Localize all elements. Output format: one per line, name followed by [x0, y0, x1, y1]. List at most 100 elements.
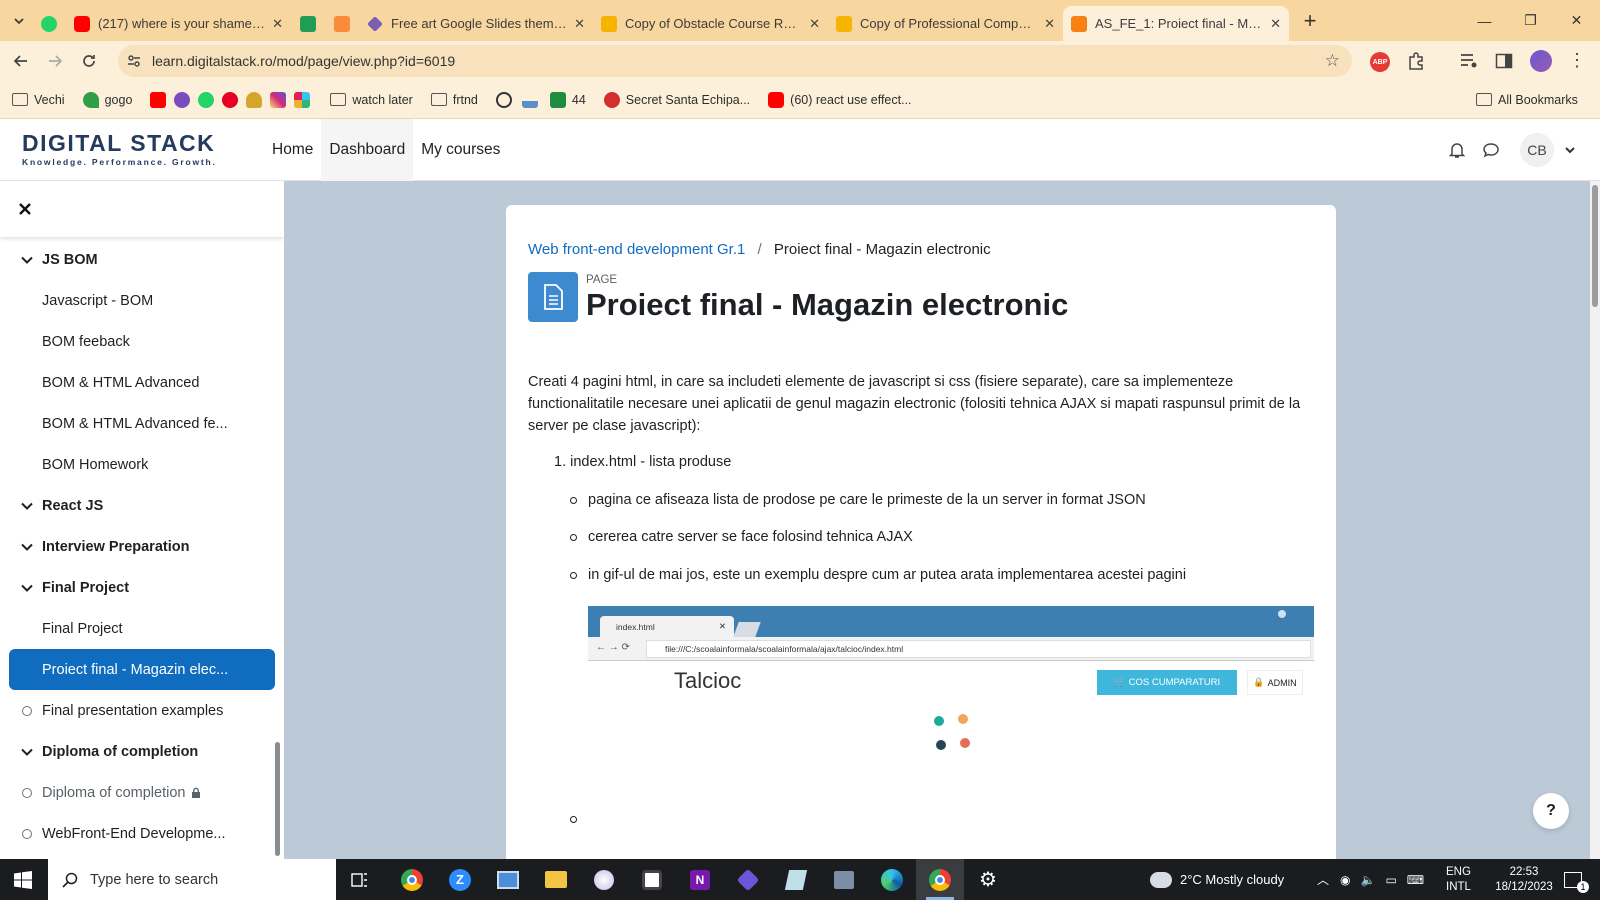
taskbar-onenote[interactable]: N [676, 859, 724, 900]
course-section[interactable]: Diploma of completion [0, 731, 284, 772]
course-activity[interactable]: WebFront-End Developme... [0, 813, 284, 854]
bookmark-lightbulb[interactable] [246, 91, 268, 108]
site-logo[interactable]: DIGITAL STACK Knowledge. Performance. Gr… [22, 132, 227, 168]
chevron-down-icon[interactable] [20, 499, 34, 513]
tab-sheets[interactable] [291, 8, 325, 40]
volume-icon[interactable]: 🔈 [1360, 873, 1375, 887]
tab-slidesgo[interactable]: Free art Google Slides themes a ✕ [359, 8, 593, 40]
bookmark-slack[interactable] [294, 91, 316, 108]
course-activity[interactable]: BOM Homework [0, 444, 284, 485]
tab-close-icon[interactable]: ✕ [803, 16, 820, 32]
restore-button[interactable]: ❐ [1508, 0, 1553, 41]
tab-search-button[interactable] [6, 8, 32, 34]
bookmark-globe[interactable] [495, 91, 518, 108]
media-icon[interactable] [1459, 52, 1479, 70]
messages-icon[interactable] [1482, 141, 1500, 159]
chevron-down-icon[interactable] [20, 253, 34, 267]
side-panel-icon[interactable] [1495, 52, 1513, 70]
bookmark-purple[interactable] [174, 91, 196, 108]
page-scrollbar[interactable] [1590, 181, 1600, 859]
course-activity[interactable]: Final Project [0, 608, 284, 649]
back-button[interactable] [4, 44, 38, 78]
reload-button[interactable] [72, 44, 106, 78]
language-indicator[interactable]: ENG INTL [1446, 859, 1471, 900]
taskbar-store[interactable] [820, 859, 868, 900]
bookmark-frtnd[interactable]: frtnd [430, 93, 478, 107]
bookmark-youtube[interactable] [150, 91, 172, 108]
clock[interactable]: 22:53 18/12/2023 [1490, 859, 1558, 900]
taskbar-chrome[interactable] [388, 859, 436, 900]
close-window-button[interactable]: ✕ [1554, 0, 1599, 41]
start-button[interactable] [0, 859, 46, 900]
course-section[interactable]: React JS [0, 485, 284, 526]
course-activity[interactable]: BOM & HTML Advanced fe... [0, 403, 284, 444]
taskbar-notes[interactable] [772, 859, 820, 900]
close-drawer-button[interactable] [18, 202, 32, 216]
tab-close-icon[interactable]: ✕ [266, 16, 283, 32]
help-button[interactable]: ? [1533, 793, 1569, 829]
breadcrumb-course-link[interactable]: Web front-end development Gr.1 [528, 241, 745, 258]
nav-my-courses[interactable]: My courses [413, 119, 508, 181]
new-tab-button[interactable]: + [1293, 8, 1327, 34]
tab-slides[interactable] [325, 8, 359, 40]
chevron-down-icon[interactable] [20, 540, 34, 554]
bookmark-secret-santa[interactable]: Secret Santa Echipa... [603, 91, 750, 108]
tab-close-icon[interactable]: ✕ [1038, 16, 1055, 32]
course-section[interactable]: Interview Preparation [0, 526, 284, 567]
bookmark-vechi[interactable]: Vechi [12, 93, 65, 107]
task-view-button[interactable] [336, 859, 384, 900]
tab-professional[interactable]: Copy of Professional Company ✕ [828, 8, 1063, 40]
course-activity[interactable]: BOM feeback [0, 321, 284, 362]
taskbar-edge[interactable] [868, 859, 916, 900]
course-section[interactable]: JS BOM [0, 239, 284, 280]
taskbar-search[interactable]: Type here to search [48, 859, 336, 900]
taskbar-explorer[interactable] [532, 859, 580, 900]
bookmark-star-icon[interactable]: ☆ [1325, 51, 1340, 71]
network-icon[interactable]: ▭ [1385, 873, 1396, 887]
adblock-icon[interactable]: ABP [1370, 52, 1390, 72]
tab-whatsapp[interactable] [32, 8, 66, 40]
meet-now-icon[interactable]: ◉ [1340, 873, 1350, 887]
taskbar-teams-app[interactable] [628, 859, 676, 900]
tab-close-icon[interactable]: ✕ [568, 16, 585, 32]
taskbar-zoom[interactable]: Z [436, 859, 484, 900]
course-activity[interactable]: BOM & HTML Advanced [0, 362, 284, 403]
all-bookmarks[interactable]: All Bookmarks [1476, 93, 1578, 107]
course-activity-current[interactable]: Proiect final - Magazin elec... [9, 649, 275, 690]
taskbar-chrome-active[interactable] [916, 859, 964, 900]
tab-moodle-active[interactable]: AS_FE_1: Proiect final - Magazin ✕ [1063, 6, 1289, 41]
page-scrollbar-thumb[interactable] [1592, 185, 1598, 307]
chevron-down-icon[interactable] [20, 581, 34, 595]
address-bar[interactable]: learn.digitalstack.ro/mod/page/view.php?… [118, 45, 1352, 77]
nav-home[interactable]: Home [264, 119, 321, 181]
forward-button[interactable] [38, 44, 72, 78]
taskbar-power-automate[interactable] [724, 859, 772, 900]
profile-avatar-icon[interactable] [1530, 50, 1552, 72]
notifications-bell-icon[interactable] [1448, 141, 1466, 159]
minimize-button[interactable]: — [1462, 0, 1507, 41]
bookmark-boat[interactable] [521, 91, 544, 108]
taskbar-settings[interactable]: ⚙ [964, 859, 1012, 900]
taskbar-monitor[interactable] [484, 859, 532, 900]
nav-dashboard[interactable]: Dashboard [321, 119, 414, 181]
chevron-down-icon[interactable] [1564, 144, 1576, 156]
bookmark-pinterest[interactable] [222, 91, 244, 108]
notification-center[interactable]: 1 [1564, 859, 1589, 900]
bookmark-instagram[interactable] [270, 91, 292, 108]
user-avatar[interactable]: CB [1520, 133, 1554, 167]
weather-widget[interactable]: 2°C Mostly cloudy [1150, 859, 1284, 900]
bookmark-gogo[interactable]: gogo [82, 91, 132, 108]
keyboard-icon[interactable]: ⌨ [1407, 873, 1424, 887]
tab-obstacle[interactable]: Copy of Obstacle Course Race F ✕ [593, 8, 828, 40]
bookmark-watch-later[interactable]: watch later [330, 93, 413, 107]
tab-youtube[interactable]: (217) where is your shame - You ✕ [66, 8, 291, 40]
chevron-down-icon[interactable] [20, 745, 34, 759]
course-activity[interactable]: Javascript - BOM [0, 280, 284, 321]
tray-chevron-up-icon[interactable]: ︿ [1317, 859, 1329, 900]
extensions-icon[interactable] [1406, 51, 1426, 71]
taskbar-app-orb[interactable] [580, 859, 628, 900]
bookmark-react[interactable]: (60) react use effect... [768, 91, 912, 108]
menu-icon[interactable]: ⋮ [1568, 50, 1586, 71]
drawer-scrollbar[interactable] [275, 742, 280, 856]
course-activity[interactable]: Final presentation examples [0, 690, 284, 731]
